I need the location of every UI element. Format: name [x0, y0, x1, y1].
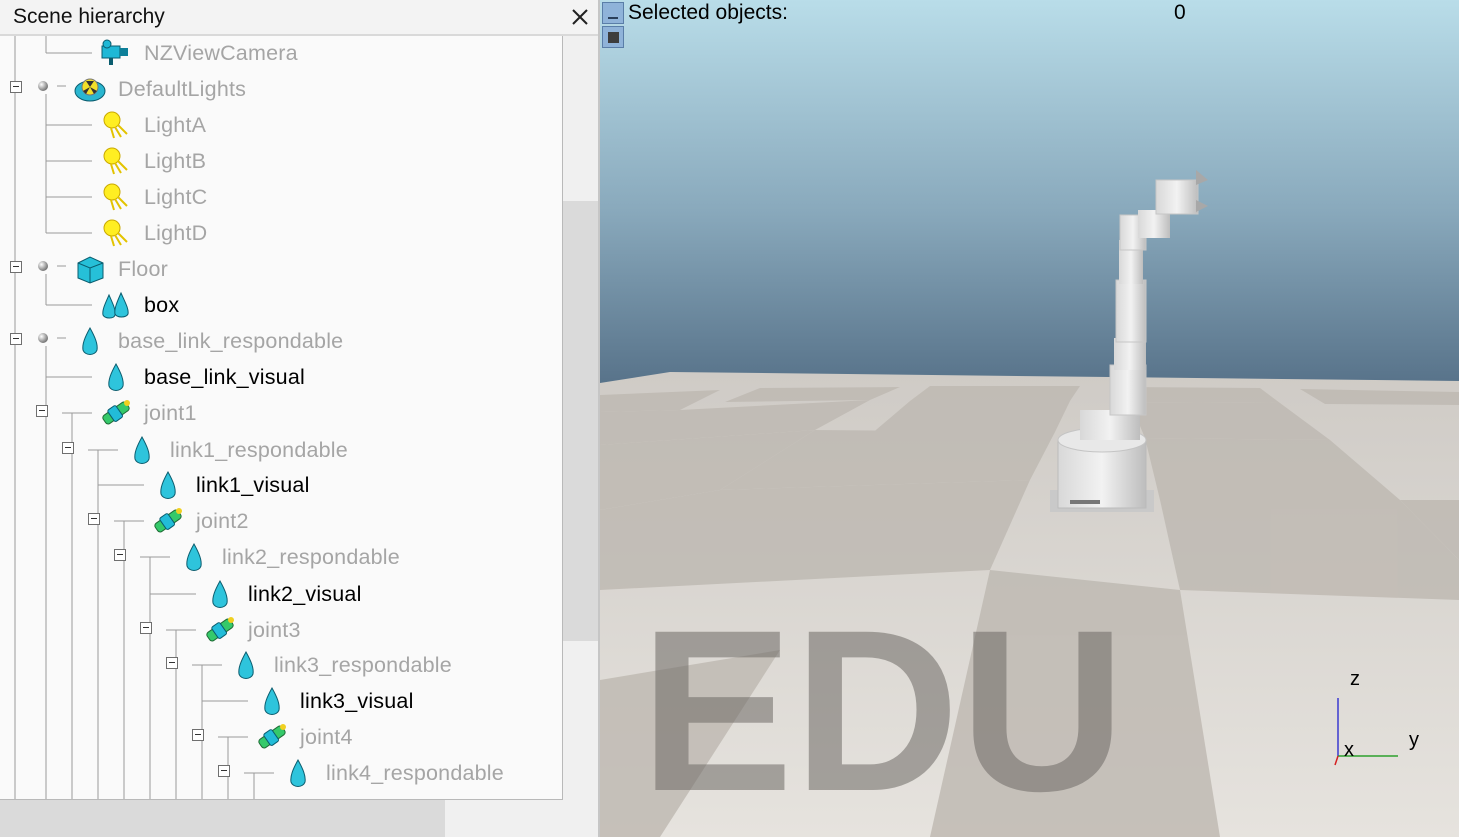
- tree-item-label: link3_visual: [300, 688, 414, 713]
- tree-item-label: base_link_visual: [144, 364, 305, 389]
- collapse-toggle[interactable]: [88, 513, 100, 525]
- collapse-toggle[interactable]: [10, 81, 22, 93]
- tree-item[interactable]: LightA: [98, 108, 206, 142]
- tree-item-label: DefaultLights: [118, 76, 247, 101]
- light-icon: [98, 144, 134, 178]
- collapse-toggle[interactable]: [62, 442, 74, 454]
- tree-item[interactable]: link1_visual: [150, 468, 310, 502]
- tree-item[interactable]: box: [98, 288, 179, 322]
- shape-icon: [72, 324, 108, 358]
- tree-item-label: box: [144, 292, 180, 317]
- vertical-scrollbar-thumb[interactable]: [563, 201, 598, 641]
- shape-icon: [228, 648, 264, 682]
- collapse-toggle[interactable]: [10, 333, 22, 345]
- tree-item[interactable]: NZViewCamera: [98, 36, 298, 70]
- selected-objects-label: Selected objects:: [628, 1, 788, 24]
- tree-item-label: LightA: [144, 112, 207, 137]
- tree-item[interactable]: LightB: [98, 144, 206, 178]
- shape-icon: [98, 360, 134, 394]
- axis-x-label: x: [1344, 739, 1354, 761]
- vertical-scrollbar[interactable]: [563, 36, 598, 799]
- tree-item-label: Floor: [118, 256, 168, 281]
- tree-item[interactable]: link2_visual: [202, 577, 362, 611]
- panel-title: Scene hierarchy: [13, 5, 165, 28]
- shape-icon: [150, 468, 186, 502]
- collapse-toggle[interactable]: [218, 765, 230, 777]
- minimize-button[interactable]: [602, 2, 624, 24]
- visibility-dot-icon: [38, 261, 48, 271]
- tree-item[interactable]: base_link_visual: [98, 360, 305, 394]
- tree-item[interactable]: link2_respondable: [176, 540, 400, 574]
- axis-z-label: z: [1350, 668, 1360, 690]
- tree-item-label: joint4: [300, 724, 353, 749]
- light-icon: [98, 216, 134, 250]
- axis-y-label: y: [1409, 729, 1419, 751]
- stop-button[interactable]: [602, 26, 624, 48]
- tree-item[interactable]: joint3: [202, 613, 301, 647]
- shape-icon: [202, 577, 238, 611]
- scene-render: EDU: [600, 0, 1459, 837]
- tree-item[interactable]: base_link_respondable: [72, 324, 343, 358]
- tree-item-label: link4_respondable: [326, 760, 504, 785]
- light-icon: [98, 180, 134, 214]
- tree-item[interactable]: Floor: [72, 252, 168, 286]
- tree-item-label: NZViewCamera: [144, 40, 298, 65]
- sky: [600, 0, 1459, 383]
- tree-item-label: joint2: [196, 508, 249, 533]
- lights-group-icon: [72, 72, 108, 106]
- horizontal-scrollbar-thumb[interactable]: [0, 800, 445, 837]
- joint-icon: [202, 613, 238, 647]
- panel-header: Scene hierarchy: [0, 0, 598, 36]
- shape-icon: [280, 756, 316, 790]
- tree-item-label: joint1: [144, 400, 197, 425]
- tree-item[interactable]: joint1: [98, 396, 197, 430]
- horizontal-scrollbar[interactable]: [0, 800, 598, 837]
- scene-viewport[interactable]: EDU Selected objects: 0 z y x: [600, 0, 1459, 837]
- tree-item[interactable]: LightC: [98, 180, 207, 214]
- joint-icon: [254, 720, 290, 754]
- joint-icon: [150, 504, 186, 538]
- tree-item-label: link2_visual: [248, 581, 362, 606]
- tree-item-label: joint3: [248, 617, 301, 642]
- scene-hierarchy-panel: Scene hierarchy NZViewCamera DefaultLigh…: [0, 0, 598, 837]
- joint-icon: [98, 396, 134, 430]
- camera-icon: [98, 36, 134, 70]
- light-icon: [98, 108, 134, 142]
- edu-watermark: EDU: [640, 582, 1126, 837]
- visibility-dot-icon: [38, 81, 48, 91]
- tree-item-label: base_link_respondable: [118, 328, 344, 353]
- tree-item[interactable]: link1_respondable: [124, 433, 348, 467]
- tree-item[interactable]: joint2: [150, 504, 249, 538]
- collapse-toggle[interactable]: [10, 261, 22, 273]
- tree-item-label: LightB: [144, 148, 207, 173]
- tree-item[interactable]: DefaultLights: [72, 72, 246, 106]
- collapse-toggle[interactable]: [166, 657, 178, 669]
- collapse-toggle[interactable]: [114, 549, 126, 561]
- tree-item-label: link2_respondable: [222, 544, 400, 569]
- collapse-toggle[interactable]: [140, 622, 152, 634]
- tree-item-label: LightC: [144, 184, 208, 209]
- tree-item[interactable]: link3_respondable: [228, 648, 452, 682]
- tree-item-label: link3_respondable: [274, 652, 452, 677]
- tree-item-label: LightD: [144, 220, 208, 245]
- collapse-toggle[interactable]: [192, 729, 204, 741]
- visibility-dot-icon: [38, 333, 48, 343]
- shape-icon: [254, 684, 290, 718]
- shape-icon: [124, 433, 160, 467]
- tree-item[interactable]: link3_visual: [254, 684, 414, 718]
- tree-item-label: link1_respondable: [170, 437, 348, 462]
- tree-item[interactable]: joint4: [254, 720, 353, 754]
- selected-objects-count: 0: [1174, 1, 1186, 24]
- close-icon[interactable]: [566, 3, 594, 31]
- tree-item[interactable]: LightD: [98, 216, 207, 250]
- collapse-toggle[interactable]: [36, 405, 48, 417]
- tree-item[interactable]: link4_respondable: [280, 756, 504, 790]
- tree-item-label: link1_visual: [196, 472, 310, 497]
- dummy-cube-icon: [72, 252, 108, 286]
- shape-icon: [176, 540, 212, 574]
- shape-group-icon: [98, 288, 134, 322]
- hierarchy-tree[interactable]: NZViewCamera DefaultLights LightA LightB…: [0, 36, 563, 800]
